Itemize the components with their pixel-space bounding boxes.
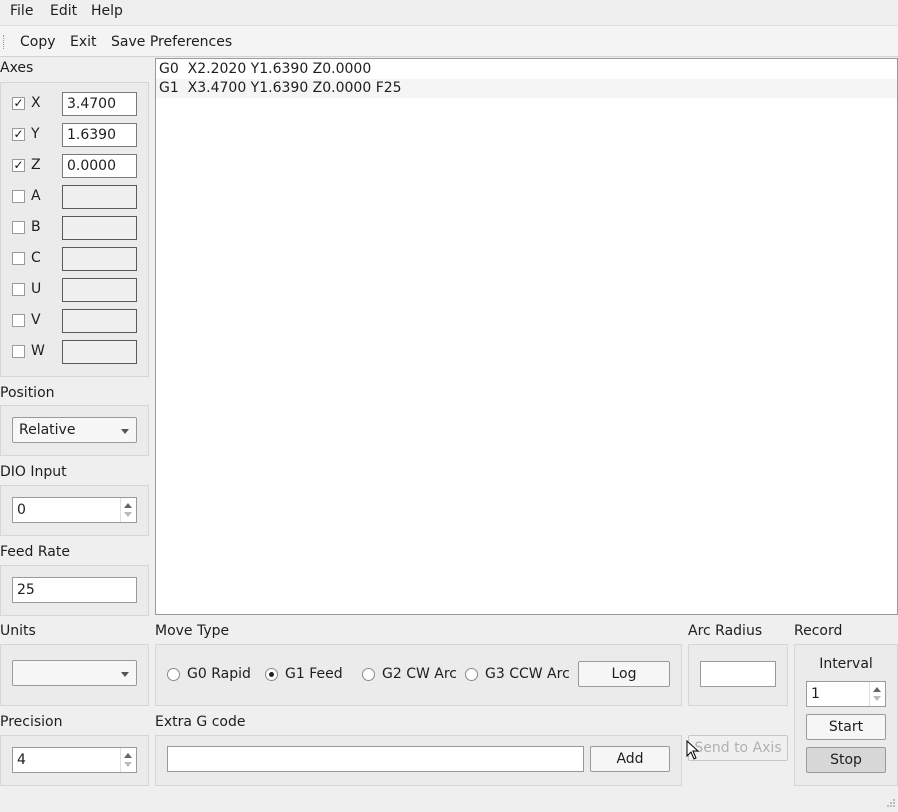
axis-value-x[interactable]: 3.4700 [62, 92, 137, 116]
radio-g0-rapid[interactable] [167, 668, 180, 681]
exit-button[interactable]: Exit [70, 34, 97, 50]
axes-title: Axes [0, 60, 34, 76]
spin-down-icon[interactable] [124, 762, 132, 767]
axis-checkbox-y[interactable]: ✓ [12, 128, 25, 141]
axis-checkbox-c[interactable] [12, 252, 25, 265]
axis-label-u[interactable]: U [31, 281, 41, 297]
axis-checkbox-z[interactable]: ✓ [12, 159, 25, 172]
menu-file[interactable]: File [10, 3, 33, 19]
axis-label-b[interactable]: B [31, 219, 41, 235]
precision-spinbox[interactable]: 4 [12, 747, 137, 773]
dio-input-value: 0 [17, 502, 26, 518]
spin-up-icon[interactable] [873, 687, 881, 692]
arc-radius-input[interactable] [700, 661, 776, 687]
axis-label-v[interactable]: V [31, 312, 41, 328]
spin-divider [120, 748, 136, 772]
axis-value-c[interactable] [62, 247, 137, 271]
position-title: Position [0, 385, 55, 401]
axis-checkbox-b[interactable] [12, 221, 25, 234]
extra-gcode-input[interactable] [167, 746, 584, 772]
radio-g2-cw-arc[interactable] [362, 668, 375, 681]
toolbar-grip-handle[interactable] [3, 35, 5, 49]
position-select[interactable]: Relative [12, 417, 137, 443]
axis-value-b[interactable] [62, 216, 137, 240]
spin-up-icon[interactable] [124, 753, 132, 758]
dio-input-spinbox[interactable]: 0 [12, 497, 137, 523]
chevron-down-icon [121, 672, 129, 677]
spin-down-icon[interactable] [873, 696, 881, 701]
stop-button[interactable]: Stop [806, 747, 886, 773]
units-select[interactable] [12, 660, 137, 686]
gcode-line[interactable]: G0 X2.2020 Y1.6390 Z0.0000 [156, 60, 897, 79]
axis-label-c[interactable]: C [31, 250, 41, 266]
resize-grip-icon[interactable] [884, 796, 896, 808]
spin-up-icon[interactable] [124, 503, 132, 508]
interval-value: 1 [811, 686, 820, 702]
toolbar: Copy Exit Save Preferences [0, 25, 898, 57]
feed-rate-input[interactable]: 25 [12, 577, 137, 603]
arc-radius-title: Arc Radius [688, 623, 763, 639]
send-to-axis-button[interactable]: Send to Axis [688, 735, 788, 761]
radio-g3-ccw-arc[interactable] [465, 668, 478, 681]
axis-label-x[interactable]: X [31, 95, 41, 111]
units-title: Units [0, 623, 36, 639]
position-select-value: Relative [19, 422, 76, 438]
copy-button[interactable]: Copy [20, 34, 56, 50]
precision-title: Precision [0, 714, 63, 730]
chevron-down-icon [121, 429, 129, 434]
save-preferences-button[interactable]: Save Preferences [111, 34, 232, 50]
extra-gcode-title: Extra G code [155, 714, 246, 730]
move-type-title: Move Type [155, 623, 230, 639]
add-button[interactable]: Add [590, 746, 670, 772]
radio-g0-rapid-label[interactable]: G0 Rapid [187, 666, 251, 682]
axis-label-z[interactable]: Z [31, 157, 41, 173]
axis-label-y[interactable]: Y [31, 126, 40, 142]
radio-g3-ccw-arc-label[interactable]: G3 CCW Arc [485, 666, 570, 682]
log-button[interactable]: Log [578, 661, 670, 687]
axis-value-y[interactable]: 1.6390 [62, 123, 137, 147]
precision-value: 4 [17, 752, 26, 768]
spin-divider [869, 682, 885, 706]
axis-checkbox-w[interactable] [12, 345, 25, 358]
radio-g1-feed-label[interactable]: G1 Feed [285, 666, 343, 682]
interval-spinbox[interactable]: 1 [806, 681, 886, 707]
radio-g2-cw-arc-label[interactable]: G2 CW Arc [382, 666, 457, 682]
gcode-list[interactable]: G0 X2.2020 Y1.6390 Z0.0000 G1 X3.4700 Y1… [155, 58, 898, 615]
axis-value-z[interactable]: 0.0000 [62, 154, 137, 178]
axis-value-a[interactable] [62, 185, 137, 209]
record-title: Record [794, 623, 843, 639]
interval-label: Interval [819, 656, 873, 672]
axis-checkbox-x[interactable]: ✓ [12, 97, 25, 110]
axis-checkbox-a[interactable] [12, 190, 25, 203]
axis-value-v[interactable] [62, 309, 137, 333]
spin-divider [120, 498, 136, 522]
gcode-line[interactable]: G1 X3.4700 Y1.6390 Z0.0000 F25 [156, 79, 897, 98]
menu-edit[interactable]: Edit [50, 3, 77, 19]
menu-help[interactable]: Help [91, 3, 123, 19]
axis-label-a[interactable]: A [31, 188, 41, 204]
menu-bar: File Edit Help [0, 0, 898, 24]
radio-g1-feed[interactable] [265, 668, 278, 681]
axis-label-w[interactable]: W [31, 343, 45, 359]
feed-rate-title: Feed Rate [0, 544, 70, 560]
axis-value-w[interactable] [62, 340, 137, 364]
start-button[interactable]: Start [806, 714, 886, 740]
dio-title: DIO Input [0, 464, 67, 480]
axis-value-u[interactable] [62, 278, 137, 302]
spin-down-icon[interactable] [124, 512, 132, 517]
axis-checkbox-u[interactable] [12, 283, 25, 296]
axis-checkbox-v[interactable] [12, 314, 25, 327]
